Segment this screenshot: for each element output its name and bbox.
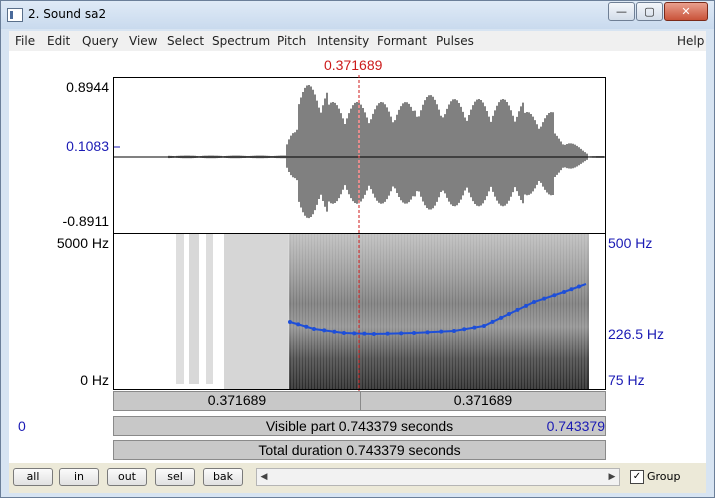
pitch-point xyxy=(304,324,309,329)
minimize-button[interactable]: — xyxy=(608,2,635,21)
scroll-right-arrow-icon[interactable]: ▶ xyxy=(605,469,619,485)
menu-spectrum[interactable]: Spectrum xyxy=(212,34,270,48)
editor-area[interactable]: 0.371689 0.8944 0.1083 -0.8911 5000 Hz 0… xyxy=(9,51,706,463)
pitch-point xyxy=(569,287,574,292)
pitch-point xyxy=(352,331,357,336)
menu-select[interactable]: Select xyxy=(167,34,204,48)
wave-max-label: 0.8944 xyxy=(66,79,109,95)
time-bar-right[interactable]: 0.371689 xyxy=(360,392,606,410)
menu-intensity[interactable]: Intensity xyxy=(317,34,369,48)
cursor-time-label: 0.371689 xyxy=(324,57,383,73)
time-bar-right-label: 0.371689 xyxy=(453,392,513,408)
pitch-point xyxy=(462,327,467,332)
spectrogram-min-freq-label: 0 Hz xyxy=(80,372,109,388)
horizontal-scrollbar[interactable]: ◀ ▶ xyxy=(256,468,620,486)
menu-pulses[interactable]: Pulses xyxy=(436,34,474,48)
maximize-button[interactable]: ▢ xyxy=(636,2,663,21)
pitch-point xyxy=(362,331,367,336)
zoom-back-button[interactable]: bak xyxy=(203,468,243,486)
pitch-point xyxy=(542,296,547,301)
pitch-point xyxy=(507,312,511,316)
total-duration-label: Total duration 0.743379 seconds xyxy=(258,442,461,458)
menu-bar: File Edit Query View Select Spectrum Pit… xyxy=(9,31,706,51)
menu-file[interactable]: File xyxy=(15,34,35,48)
pitch-min-label: 75 Hz xyxy=(608,372,645,388)
pitch-mid-label: 226.5 Hz xyxy=(608,326,665,342)
pitch-point xyxy=(425,330,430,335)
waveform-trace xyxy=(168,85,604,219)
total-duration-bar[interactable]: Total duration 0.743379 seconds xyxy=(113,440,606,460)
pitch-point xyxy=(439,329,444,334)
zoom-all-button[interactable]: all xyxy=(13,468,53,486)
visible-part-bar[interactable]: 0 Visible part 0.743379 seconds 0.743379 xyxy=(18,416,606,436)
wave-cursor-value-label: 0.1083 xyxy=(66,138,109,154)
time-bar-left-label: 0.371689 xyxy=(207,392,267,408)
menu-formant[interactable]: Formant xyxy=(377,34,427,48)
wave-min-label: -0.8911 xyxy=(62,213,109,229)
pitch-max-label: 500 Hz xyxy=(608,235,653,251)
window-title: 2. Sound sa2 xyxy=(28,7,107,21)
spectrogram-max-freq-label: 5000 Hz xyxy=(56,235,109,251)
menu-query[interactable]: Query xyxy=(82,34,118,48)
pitch-point xyxy=(452,329,456,333)
scroll-left-arrow-icon[interactable]: ◀ xyxy=(257,469,271,485)
pitch-point xyxy=(322,328,327,333)
pitch-point xyxy=(385,331,390,336)
bottom-toolbar: all in out sel bak ◀ ▶ ✓ Group xyxy=(9,463,706,493)
pitch-point xyxy=(372,332,376,336)
zoom-out-button[interactable]: out xyxy=(107,468,147,486)
pitch-point xyxy=(490,319,495,324)
pitch-point xyxy=(332,329,337,334)
visible-end-label: 0.743379 xyxy=(546,418,605,434)
zoom-in-button[interactable]: in xyxy=(59,468,99,486)
pitch-point xyxy=(532,300,536,304)
menu-pitch[interactable]: Pitch xyxy=(277,34,306,48)
cursor-line xyxy=(358,75,360,391)
pitch-point xyxy=(296,322,301,327)
pitch-point xyxy=(482,324,486,328)
pitch-point xyxy=(515,307,520,312)
pitch-point xyxy=(562,290,566,294)
pitch-point xyxy=(576,284,581,289)
pitch-point xyxy=(552,293,557,298)
pitch-point xyxy=(312,327,316,331)
visible-part-label: Visible part 0.743379 seconds xyxy=(265,418,454,434)
pitch-point xyxy=(399,331,404,336)
close-button[interactable]: ✕ xyxy=(664,2,708,21)
time-bar-left[interactable]: 0.371689 xyxy=(114,392,361,410)
praat-app-icon xyxy=(7,8,23,22)
menu-view[interactable]: View xyxy=(129,34,157,48)
pitch-point xyxy=(412,331,416,335)
menu-help[interactable]: Help xyxy=(677,34,704,48)
pitch-point xyxy=(288,320,292,324)
title-bar[interactable]: 2. Sound sa2 — ▢ ✕ xyxy=(1,1,714,29)
menu-edit[interactable]: Edit xyxy=(47,34,70,48)
group-label: Group xyxy=(647,470,681,483)
group-checkbox[interactable]: ✓ xyxy=(630,470,644,484)
pitch-point xyxy=(499,315,503,320)
pitch-point xyxy=(524,303,528,308)
time-selection-bar[interactable]: 0.371689 0.371689 xyxy=(113,391,606,411)
pitch-point xyxy=(472,325,477,330)
zoom-selection-button[interactable]: sel xyxy=(155,468,195,486)
praat-window: 2. Sound sa2 — ▢ ✕ File Edit Query View … xyxy=(0,0,715,498)
visible-start-label: 0 xyxy=(18,418,26,434)
pitch-point xyxy=(342,331,346,335)
